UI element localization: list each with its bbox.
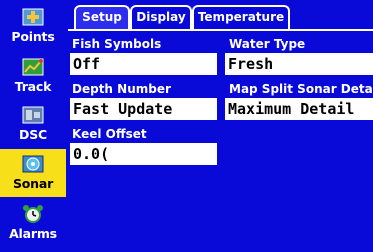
sidebar: Points Track DSC Sonar Alarms	[0, 0, 66, 252]
fish-symbols-label: Fish Symbols	[72, 37, 162, 51]
sidebar-item-dsc[interactable]: DSC	[0, 100, 66, 148]
fish-symbols-field[interactable]: Off	[70, 53, 217, 75]
map-split-sonar-detail-label: Map Split Sonar Detail	[229, 82, 373, 96]
sidebar-item-label: Sonar	[12, 176, 54, 191]
tab-display[interactable]: Display	[130, 5, 192, 29]
sidebar-item-alarms[interactable]: Alarms	[0, 199, 66, 247]
tab-temperature[interactable]: Temperature	[192, 5, 290, 29]
depth-number-field[interactable]: Fast Update	[70, 98, 217, 120]
sidebar-item-sonar[interactable]: Sonar	[0, 149, 66, 197]
sonar-icon	[22, 155, 44, 173]
track-icon	[22, 58, 44, 76]
sonar-setup-screen: Points Track DSC Sonar Alarms Setup Disp…	[0, 0, 373, 252]
sidebar-item-label: Alarms	[9, 226, 57, 241]
points-icon	[22, 8, 44, 26]
alarm-clock-icon	[23, 205, 43, 223]
keel-offset-field[interactable]: 0.0(	[70, 143, 217, 165]
keel-offset-label: Keel Offset	[72, 127, 147, 141]
sidebar-item-label: Points	[11, 29, 55, 44]
water-type-field[interactable]: Fresh	[225, 53, 373, 75]
tab-setup[interactable]: Setup	[74, 5, 130, 29]
sidebar-item-label: Track	[14, 79, 52, 94]
tab-divider	[68, 29, 373, 31]
depth-number-label: Depth Number	[72, 82, 171, 96]
sidebar-item-points[interactable]: Points	[0, 2, 66, 50]
sidebar-item-label: DSC	[19, 127, 47, 142]
water-type-label: Water Type	[229, 37, 306, 51]
dsc-icon	[22, 106, 44, 124]
map-split-sonar-detail-field[interactable]: Maximum Detail	[225, 98, 373, 120]
sidebar-item-track[interactable]: Track	[0, 52, 66, 100]
